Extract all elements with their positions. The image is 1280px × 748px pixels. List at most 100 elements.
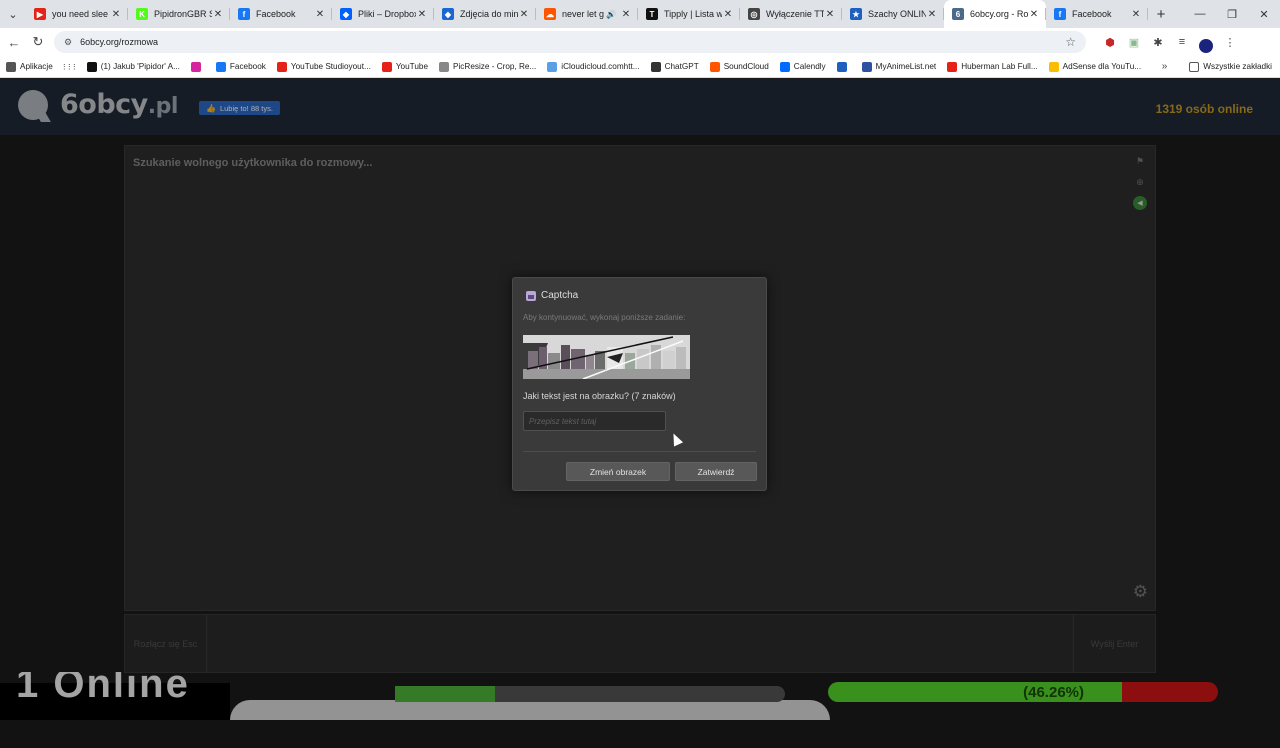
close-window-icon[interactable]: ✕ <box>1248 0 1280 28</box>
bookmark-favicon <box>709 61 720 72</box>
close-tab-icon[interactable]: ✕ <box>824 9 836 20</box>
extensions-area: ⬢ ▣ ✱ ≡ ⋮ <box>1098 28 1242 56</box>
bookmark-favicon <box>947 61 958 72</box>
bookmark-favicon <box>439 61 450 72</box>
profile-avatar[interactable] <box>1194 28 1218 56</box>
bookmark-favicon <box>86 61 97 72</box>
tab-favicon: ◆ <box>442 8 454 20</box>
bookmark-item[interactable]: Huberman Lab Full... <box>947 61 1038 72</box>
bookmark-label: Calendly <box>793 62 826 71</box>
bookmark-star-icon[interactable]: ☆ <box>1065 35 1076 49</box>
tab-title: Szachy ONLIN <box>868 9 926 19</box>
bookmark-favicon <box>861 61 872 72</box>
apps-grid-icon[interactable]: ⋮⋮⋮ <box>61 63 78 71</box>
extensions-puzzle-icon[interactable]: ✱ <box>1146 28 1170 56</box>
new-tab-button[interactable]: + <box>1148 0 1174 28</box>
bookmark-label: ChatGPT <box>664 62 699 71</box>
tab-title: Facebook <box>256 9 296 19</box>
bookmark-item[interactable] <box>836 61 851 72</box>
all-bookmarks-folder[interactable]: Wszystkie zakładki <box>1189 61 1272 72</box>
tab-favicon: ☁ <box>544 8 556 20</box>
address-bar[interactable]: ⚙ 6obcy.org/rozmowa ☆ <box>54 31 1086 53</box>
browser-tab[interactable]: f Facebook ✕ <box>1046 0 1148 28</box>
confirm-button[interactable]: Zatwierdź <box>675 462 757 481</box>
change-image-button[interactable]: Zmień obrazek <box>566 462 670 481</box>
close-tab-icon[interactable]: ✕ <box>1028 9 1040 20</box>
close-tab-icon[interactable]: ✕ <box>518 9 530 20</box>
bookmark-item[interactable]: (1) Jakub 'Pipidor' A... <box>86 61 180 72</box>
tab-favicon: ▶ <box>34 8 46 20</box>
browser-tab[interactable]: T Tipply | Lista w ✕ <box>638 0 740 28</box>
close-tab-icon[interactable]: ✕ <box>314 9 326 20</box>
tab-title: you need slee <box>52 9 109 19</box>
back-icon[interactable]: ← <box>2 28 26 56</box>
bookmark-item[interactable]: YouTube Studioyout... <box>276 61 371 72</box>
minimize-icon[interactable]: — <box>1184 0 1216 28</box>
bookmarks-right: » Wszystkie zakładki <box>1162 61 1280 72</box>
tab-title: Pliki – Dropbox <box>358 9 416 19</box>
bookmark-item[interactable]: AdSense dla YouTu... <box>1048 61 1141 72</box>
bookmark-label: iCloudicloud.comhtt... <box>561 62 640 71</box>
bookmark-item[interactable]: PicResize - Crop, Re... <box>439 61 537 72</box>
close-tab-icon[interactable]: ✕ <box>722 9 734 20</box>
extension-icon[interactable]: ▣ <box>1122 28 1146 56</box>
site-info-icon[interactable]: ⚙ <box>64 37 72 48</box>
all-bookmarks-label: Wszystkie zakładki <box>1203 62 1272 71</box>
tab-title: Tipply | Lista w <box>664 9 722 19</box>
bookmark-item[interactable]: SoundCloud <box>709 61 769 72</box>
browser-tab[interactable]: ◆ Zdjęcia do min ✕ <box>434 0 536 28</box>
bookmark-item[interactable] <box>190 61 205 72</box>
close-tab-icon[interactable]: ✕ <box>110 9 122 20</box>
tab-title: 6obcy.org - Ro <box>970 9 1028 19</box>
captcha-instructions: Aby kontynuować, wykonaj poniższe zadani… <box>523 313 686 322</box>
bookmark-favicon <box>6 61 16 72</box>
browser-tab[interactable]: f Facebook ✕ <box>230 0 332 28</box>
tab-favicon: f <box>238 8 250 20</box>
bookmark-item[interactable]: YouTube <box>381 61 428 72</box>
more-bookmarks-icon[interactable]: » <box>1162 61 1168 72</box>
bookmark-label: YouTube Studioyout... <box>290 62 371 71</box>
bookmark-label: Aplikacje <box>20 62 53 71</box>
tab-audio-icon[interactable]: 🔊 <box>606 10 616 19</box>
bookmark-favicon <box>779 61 790 72</box>
tab-favicon: K <box>136 8 148 20</box>
browser-tab[interactable]: ☁ never let g 🔊 ✕ <box>536 0 638 28</box>
bookmark-item[interactable]: iCloudicloud.comhtt... <box>547 61 640 72</box>
close-tab-icon[interactable]: ✕ <box>620 9 632 20</box>
tab-favicon: f <box>1054 8 1066 20</box>
bookmark-item[interactable]: MyAnimeList.net <box>861 61 937 72</box>
bookmark-favicon <box>276 61 287 72</box>
maximize-icon[interactable]: ❐ <box>1216 0 1248 28</box>
bookmark-favicon <box>650 61 661 72</box>
close-tab-icon[interactable]: ✕ <box>212 9 224 20</box>
tab-strip: ▶ you need slee ✕ K PipidronGBR S ✕ f Facebook ✕… <box>26 0 1148 28</box>
browser-tab[interactable]: ◆ Pliki – Dropbox ✕ <box>332 0 434 28</box>
close-tab-icon[interactable]: ✕ <box>1130 9 1142 20</box>
browser-tab[interactable]: ★ Szachy ONLIN ✕ <box>842 0 944 28</box>
bookmark-favicon <box>1048 61 1059 72</box>
bookmark-list: Aplikacje ⋮⋮⋮ (1) Jakub 'Pipidor' A... Face… <box>6 61 1152 72</box>
modal-divider <box>523 451 756 452</box>
bookmark-label: Facebook <box>229 62 266 71</box>
bookmark-item[interactable]: ChatGPT <box>650 61 699 72</box>
bookmark-label: PicResize - Crop, Re... <box>453 62 537 71</box>
tab-search-icon[interactable]: ⌄ <box>0 0 26 28</box>
chrome-menu-icon[interactable]: ⋮ <box>1218 28 1242 56</box>
browser-tab[interactable]: ▶ you need slee ✕ <box>26 0 128 28</box>
reload-icon[interactable]: ↻ <box>26 28 50 56</box>
captcha-answer-input[interactable] <box>523 411 666 431</box>
browser-tab[interactable]: K PipidronGBR S ✕ <box>128 0 230 28</box>
bookmark-label: MyAnimeList.net <box>875 62 937 71</box>
media-control-icon[interactable]: ≡ <box>1170 28 1194 56</box>
bookmark-item[interactable]: Calendly <box>779 61 826 72</box>
bookmark-item[interactable]: Facebook <box>215 61 266 72</box>
tab-favicon: ◆ <box>340 8 352 20</box>
bookmark-label: Huberman Lab Full... <box>961 62 1038 71</box>
browser-tab[interactable]: ◎ Wyłączenie TT ✕ <box>740 0 842 28</box>
extension-adblock-icon[interactable]: ⬢ <box>1098 28 1122 56</box>
close-tab-icon[interactable]: ✕ <box>926 9 938 20</box>
captcha-dialog: Captcha Aby kontynuować, wykonaj poniższ… <box>512 277 767 491</box>
bookmark-item[interactable]: Aplikacje <box>6 61 53 72</box>
browser-tab[interactable]: 6 6obcy.org - Ro ✕ <box>944 0 1046 28</box>
close-tab-icon[interactable]: ✕ <box>416 9 428 20</box>
